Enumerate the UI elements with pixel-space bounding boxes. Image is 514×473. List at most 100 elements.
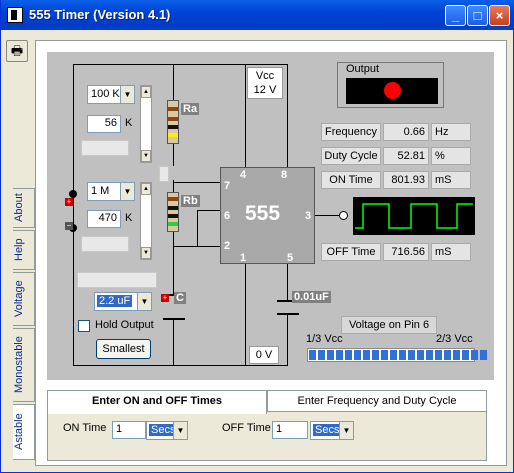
tab-about[interactable]: About (13, 188, 35, 228)
off-time-input-label: OFF Time (222, 422, 271, 434)
ra-resistor (167, 100, 179, 144)
voltage-segment (399, 350, 406, 360)
frequency-label: Frequency (321, 123, 381, 141)
on-time-label: ON Time (321, 171, 381, 189)
capacitor-select[interactable]: 2.2 uF ▼ (94, 292, 152, 311)
plus-terminal-icon: + (65, 197, 73, 206)
output-label: Output (344, 63, 382, 75)
maximize-button[interactable]: □ (467, 5, 488, 26)
wire (287, 264, 288, 300)
close-button[interactable]: × (489, 5, 510, 26)
off-time-input[interactable]: 1 (272, 421, 308, 439)
output-led-panel (346, 78, 438, 104)
pin-6: 6 (224, 210, 231, 222)
ra-unit: K (125, 117, 133, 129)
title-bar[interactable]: 555 Timer (Version 4.1) _ □ × (1, 0, 514, 30)
voltage-segment (471, 350, 478, 360)
rb-scrollbar[interactable]: ▲ ▼ (140, 182, 152, 260)
off-time-unit-select[interactable]: Secs ▼ (310, 421, 354, 440)
app-icon (7, 7, 23, 23)
rb-multiplier-select[interactable]: 1 M ▼ (87, 182, 135, 201)
voltage-segment (426, 350, 433, 360)
voltage-segment (318, 350, 325, 360)
window-title: 555 Timer (Version 4.1) (29, 7, 171, 22)
tab-monostable[interactable]: Monostable (13, 328, 35, 402)
wire (173, 232, 174, 294)
voltage-segment (408, 350, 415, 360)
duty-cycle-value: 52.81 (383, 147, 429, 165)
small-capacitor-label: 0.01uF (292, 291, 331, 303)
plus-terminal-icon: + (161, 293, 169, 302)
pin-3: 3 (305, 210, 312, 222)
ra-scrollbar[interactable]: ▲ ▼ (140, 85, 152, 163)
tab-help[interactable]: Help (13, 230, 35, 270)
ra-value-field[interactable]: 56 (87, 115, 121, 133)
duty-cycle-unit: % (431, 147, 471, 165)
timer-chip: 555 4 8 7 6 2 1 5 3 (220, 167, 315, 264)
voltage-segment (453, 350, 460, 360)
on-time-unit: mS (431, 171, 471, 189)
voltage-segment (480, 350, 487, 360)
voltage-segment (462, 350, 469, 360)
pin-4: 4 (240, 169, 247, 181)
on-time-input[interactable]: 1 (112, 421, 146, 439)
wire (287, 64, 288, 167)
wire (197, 210, 220, 211)
ground-label: 0 V (249, 346, 279, 364)
vcc-voltage: 12 V (253, 84, 277, 96)
wire (245, 264, 246, 366)
vcc-box: Vcc 12 V (247, 67, 283, 99)
frequency-unit: Hz (431, 123, 471, 141)
voltage-bar (307, 348, 487, 362)
wire (315, 215, 339, 216)
on-time-value: 801.93 (383, 171, 429, 189)
rb-value-field[interactable]: 470 (87, 210, 121, 228)
minus-terminal-icon: − (65, 221, 73, 230)
voltage-segment (444, 350, 451, 360)
voltage-title: Voltage on Pin 6 (341, 316, 437, 334)
voltage-high-label: 2/3 Vcc (436, 333, 473, 345)
wire (173, 320, 174, 366)
pin-2: 2 (224, 240, 231, 252)
capacitor-plate (163, 318, 185, 320)
tab-on-off-times[interactable]: Enter ON and OFF Times (47, 390, 267, 414)
voltage-segment (345, 350, 352, 360)
voltage-low-label: 1/3 Vcc (306, 333, 343, 345)
on-time-unit-select[interactable]: Secs ▼ (146, 421, 188, 440)
voltage-segment (327, 350, 334, 360)
hold-output-checkbox[interactable] (78, 320, 90, 332)
wire (173, 246, 220, 247)
output-waveform (353, 197, 475, 235)
rb-resistor (167, 192, 179, 232)
off-time-unit: mS (431, 243, 471, 261)
wire (73, 64, 288, 65)
voltage-segment (309, 350, 316, 360)
tab-voltage[interactable]: Voltage (13, 272, 35, 326)
blank-field (77, 272, 157, 288)
output-led (384, 82, 401, 99)
hold-output-label: Hold Output (95, 319, 154, 331)
voltage-segment (435, 350, 442, 360)
app-window: 555 Timer (Version 4.1) _ □ × 🖶 Astable … (0, 0, 514, 473)
rb-label: Rb (181, 195, 200, 207)
pin-1: 1 (240, 252, 247, 264)
blank-field (81, 140, 129, 156)
vcc-label: Vcc (255, 70, 275, 82)
rb-unit: K (125, 212, 133, 224)
minimize-button[interactable]: _ (445, 5, 466, 26)
capacitor-plate (277, 313, 299, 315)
blank-field (81, 236, 129, 252)
wire (197, 210, 198, 246)
tab-astable[interactable]: Astable (13, 404, 35, 460)
ra-label: Ra (181, 103, 200, 115)
output-terminal (339, 211, 348, 220)
voltage-segment (354, 350, 361, 360)
tab-frequency-duty[interactable]: Enter Frequency and Duty Cycle (267, 390, 487, 412)
printer-icon[interactable]: 🖶 (6, 40, 28, 62)
smallest-button[interactable]: Smallest (96, 339, 151, 359)
on-time-input-label: ON Time (63, 422, 107, 434)
wire (245, 64, 246, 167)
ra-multiplier-select[interactable]: 100 K ▼ (87, 85, 135, 104)
voltage-segment (381, 350, 388, 360)
capacitor-label: C (174, 292, 186, 304)
